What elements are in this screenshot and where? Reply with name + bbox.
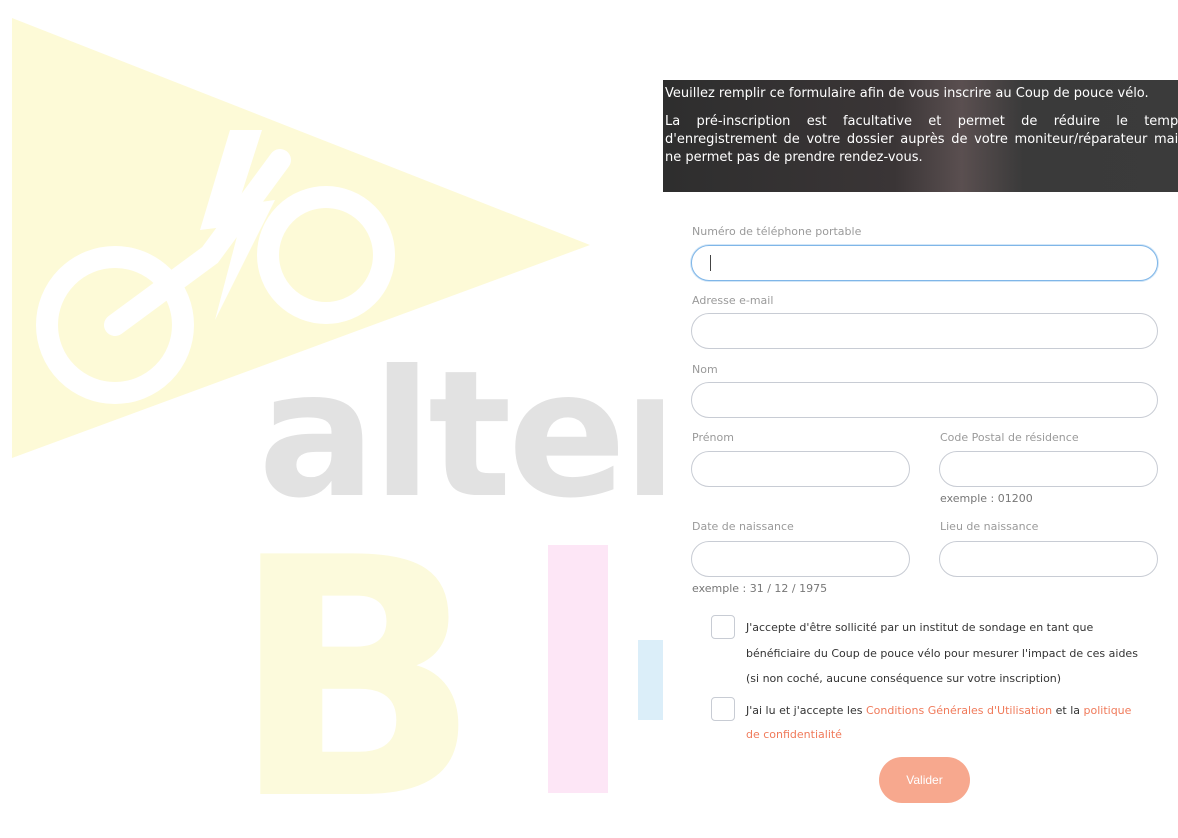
- cgu-text-line2: de confidentialité: [746, 722, 842, 748]
- logo-letter-b: B: [230, 488, 482, 838]
- privacy-link-part2[interactable]: de confidentialité: [746, 728, 842, 741]
- survey-text-line1: J'accepte d'être sollicité par un instit…: [746, 621, 1094, 634]
- cgu-link[interactable]: Conditions Générales d'Utilisation: [866, 704, 1052, 717]
- lieu-label: Lieu de naissance: [940, 520, 1039, 533]
- text-caret: [710, 255, 711, 271]
- email-input[interactable]: [691, 313, 1158, 349]
- survey-text-line2: bénéficiaire du Coup de pouce vélo pour …: [746, 647, 1138, 660]
- intro-line2: La pré-inscription est facultative et pe…: [665, 114, 1178, 165]
- cgu-prefix: J'ai lu et j'accepte les: [746, 704, 866, 717]
- prenom-label: Prénom: [692, 431, 734, 444]
- intro-banner: Veuillez remplir ce formulaire afin de v…: [663, 80, 1178, 192]
- email-label: Adresse e-mail: [692, 294, 774, 307]
- phone-label: Numéro de téléphone portable: [692, 225, 862, 238]
- lieu-input[interactable]: [939, 541, 1158, 577]
- dob-hint: exemple : 31 / 12 / 1975: [692, 582, 828, 595]
- cgu-checkbox[interactable]: [711, 697, 735, 721]
- dob-label: Date de naissance: [692, 520, 794, 533]
- survey-checkbox[interactable]: [711, 615, 735, 639]
- cp-label: Code Postal de résidence: [940, 431, 1079, 444]
- intro-line1: Veuillez remplir ce formulaire afin de v…: [665, 86, 1149, 101]
- cgu-middle: et la: [1052, 704, 1084, 717]
- survey-text-line3: (si non coché, aucune conséquence sur vo…: [746, 672, 1062, 685]
- submit-button[interactable]: Valider: [879, 757, 970, 803]
- cp-hint: exemple : 01200: [940, 492, 1033, 505]
- logo-pink-bar: [548, 545, 608, 793]
- cp-input[interactable]: [939, 451, 1158, 487]
- dob-input[interactable]: [691, 541, 910, 577]
- cgu-text-line1: J'ai lu et j'accepte les Conditions Géné…: [746, 698, 1131, 724]
- nom-label: Nom: [692, 363, 718, 376]
- phone-input[interactable]: [691, 245, 1158, 281]
- privacy-link-part1[interactable]: politique: [1084, 704, 1132, 717]
- nom-input[interactable]: [691, 382, 1158, 418]
- prenom-input[interactable]: [691, 451, 910, 487]
